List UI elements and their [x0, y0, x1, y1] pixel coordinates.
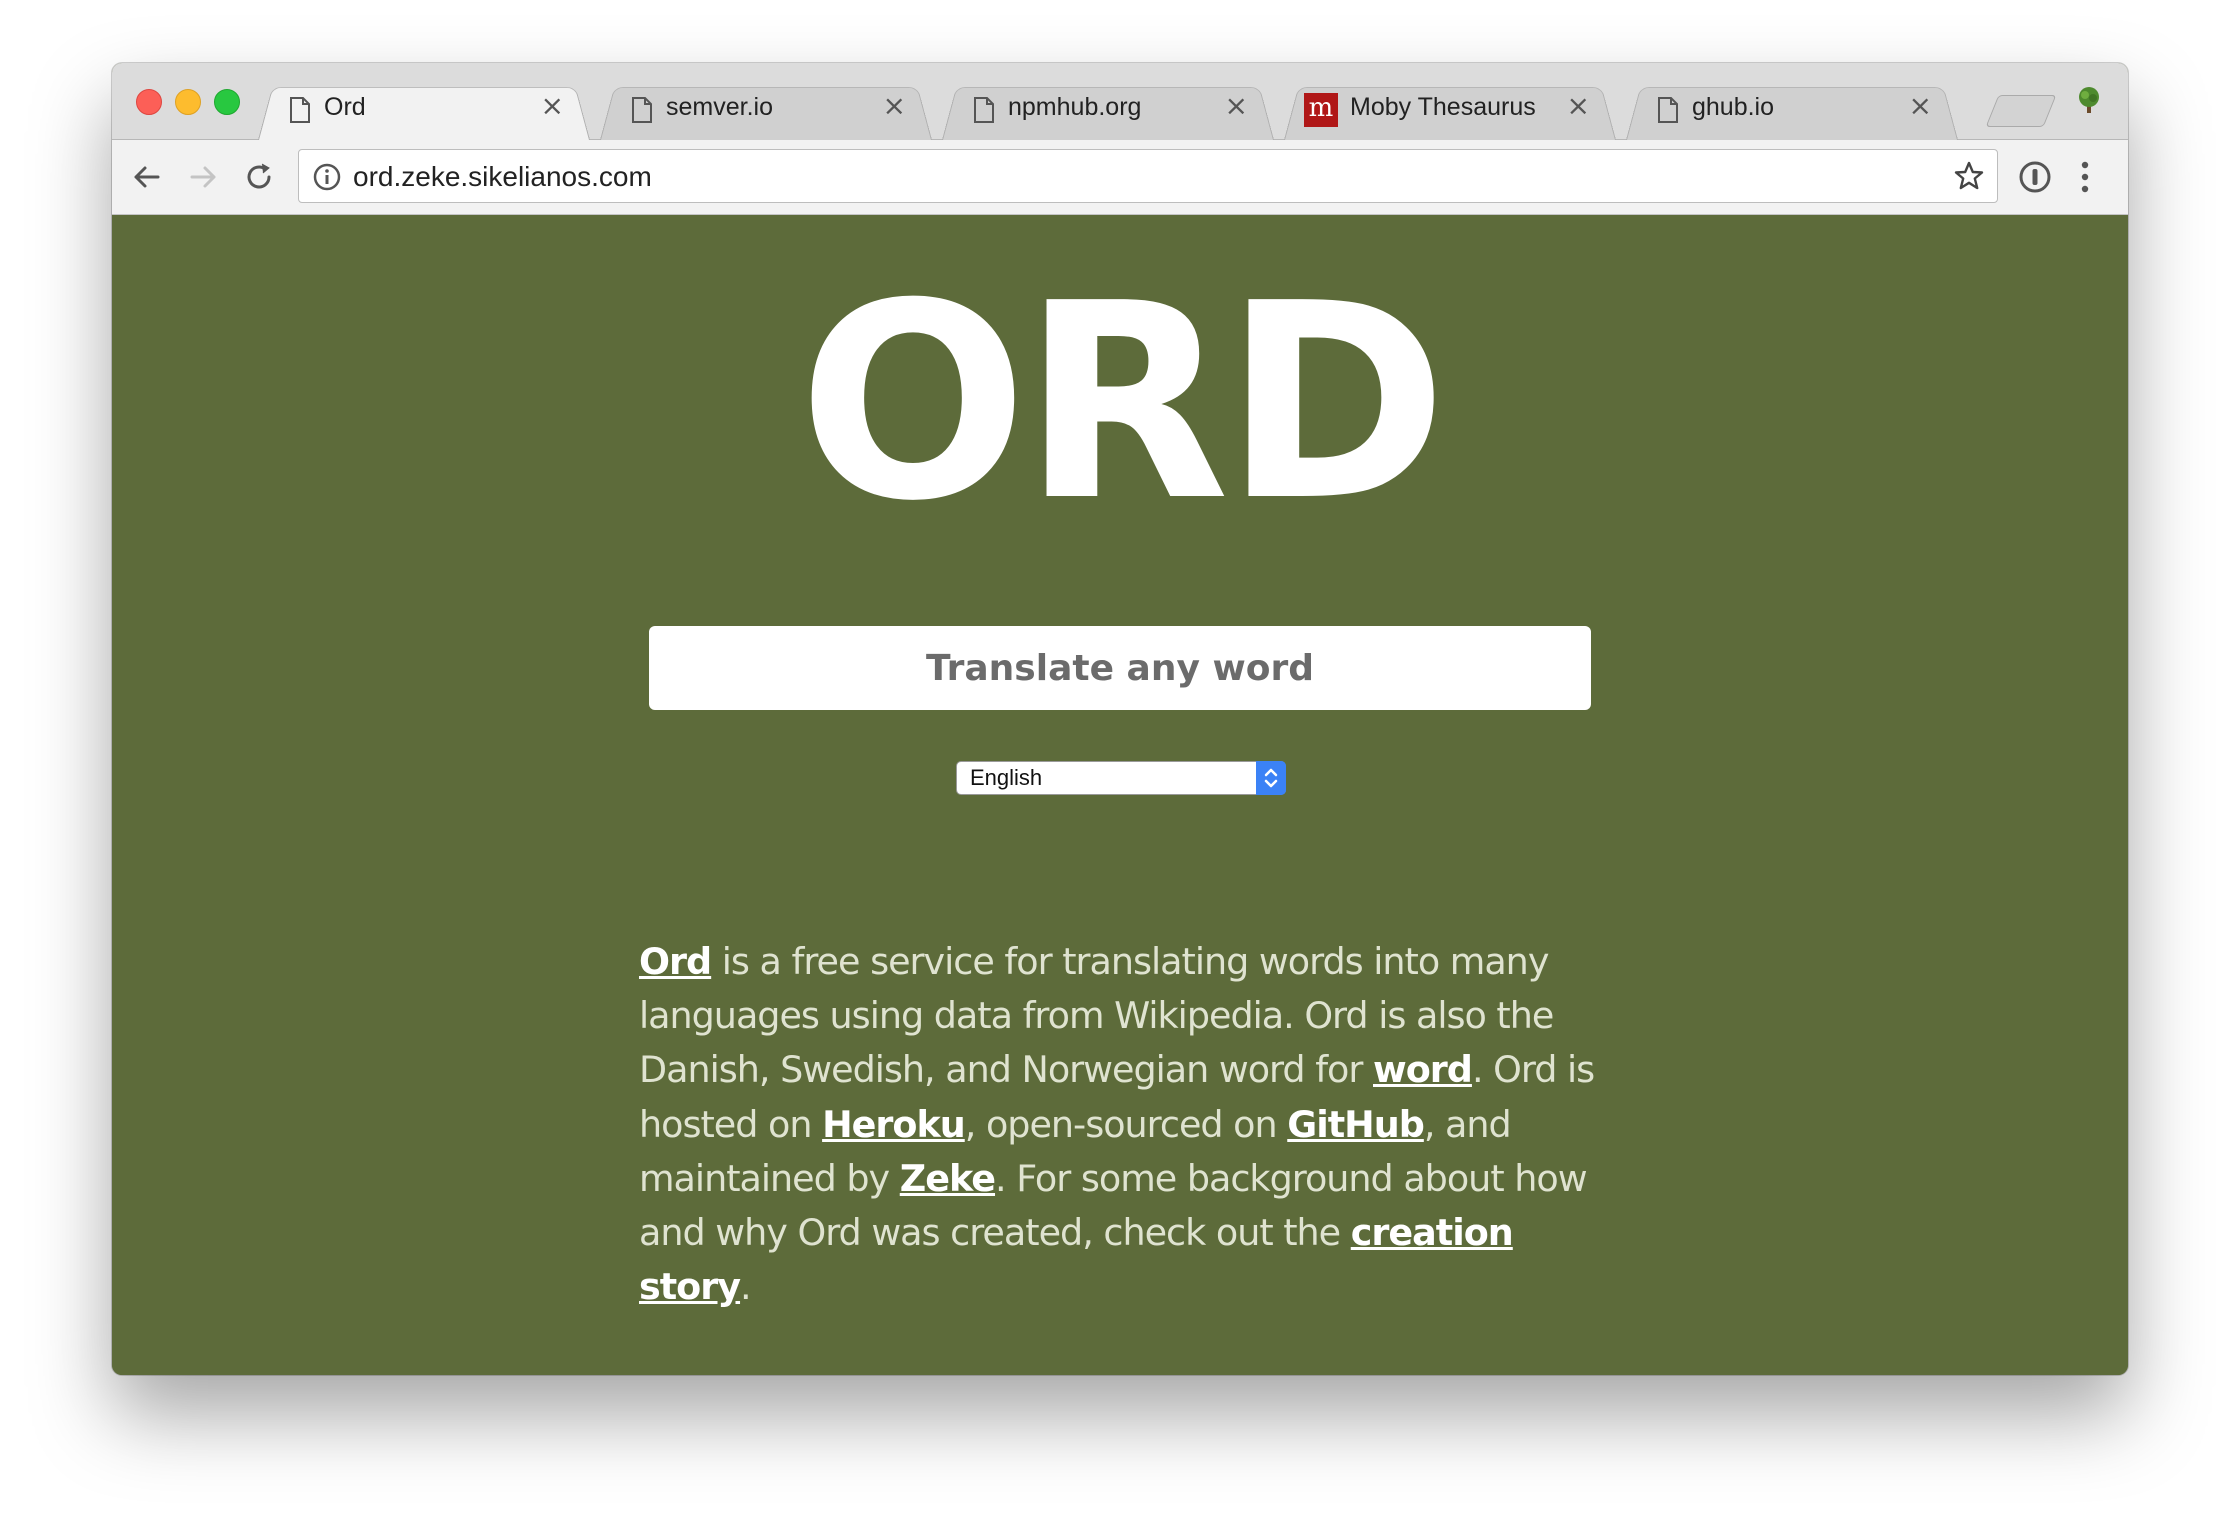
info-icon[interactable]	[313, 163, 341, 191]
tab-title: npmhub.org	[1008, 93, 1142, 121]
tab-title: Ord	[324, 93, 366, 121]
document-icon	[632, 97, 652, 123]
document-icon	[290, 97, 310, 123]
minimize-window-button[interactable]	[175, 89, 201, 115]
language-selected-value: English	[970, 765, 1043, 790]
close-tab-icon[interactable]: ×	[1909, 91, 1932, 121]
tab-title: Moby Thesaurus	[1350, 93, 1536, 121]
browser-window: Ord × semver.io × npmhub.org × m Moby Th…	[112, 63, 2128, 1375]
address-bar[interactable]: ord.zeke.sikelianos.com	[298, 149, 1998, 203]
about-text: .	[740, 1265, 752, 1309]
page-content: ORD English Ord is a free service for tr…	[112, 215, 2128, 1375]
browser-toolbar: ord.zeke.sikelianos.com	[112, 140, 2128, 215]
close-window-button[interactable]	[136, 89, 162, 115]
tab-strip: Ord × semver.io × npmhub.org × m Moby Th…	[112, 63, 2128, 140]
new-tab-button[interactable]	[1985, 95, 2057, 127]
close-tab-icon[interactable]: ×	[541, 91, 564, 121]
document-icon	[974, 97, 994, 123]
about-text: , open-sourced on	[964, 1102, 1288, 1146]
github-link[interactable]: GitHub	[1287, 1103, 1425, 1146]
close-tab-icon[interactable]: ×	[883, 91, 906, 121]
heroku-link[interactable]: Heroku	[822, 1103, 966, 1146]
tab-ghub[interactable]: ghub.io ×	[1626, 79, 1958, 140]
tab-ord[interactable]: Ord ×	[258, 79, 590, 140]
about-paragraph: Ord is a free service for translating wo…	[639, 935, 1599, 1314]
zoom-window-button[interactable]	[214, 89, 240, 115]
zeke-link[interactable]: Zeke	[900, 1157, 996, 1200]
translate-search-input[interactable]	[649, 626, 1591, 710]
word-link[interactable]: word	[1373, 1048, 1473, 1091]
site-logo: ORD	[798, 245, 1448, 560]
ord-link[interactable]: Ord	[639, 940, 712, 983]
tree-profile-icon[interactable]	[2074, 85, 2104, 115]
close-tab-icon[interactable]: ×	[1225, 91, 1248, 121]
language-select[interactable]: English	[956, 761, 1286, 795]
moby-m-icon: m	[1304, 93, 1338, 127]
tab-title: ghub.io	[1692, 93, 1775, 121]
bookmark-star-icon[interactable]	[1953, 160, 1985, 192]
tab-npmhub[interactable]: npmhub.org ×	[942, 79, 1274, 140]
tab-semver[interactable]: semver.io ×	[600, 79, 932, 140]
document-icon	[1658, 97, 1678, 123]
select-arrows-icon	[1256, 761, 1286, 795]
tab-moby-thesaurus[interactable]: m Moby Thesaurus ×	[1284, 79, 1616, 140]
kebab-menu-icon[interactable]	[2078, 158, 2092, 196]
forward-arrow-icon[interactable]	[186, 160, 220, 194]
url-text: ord.zeke.sikelianos.com	[353, 161, 652, 192]
back-arrow-icon[interactable]	[130, 160, 164, 194]
close-tab-icon[interactable]: ×	[1567, 91, 1590, 121]
password-manager-icon[interactable]	[2018, 160, 2052, 194]
reload-icon[interactable]	[242, 160, 276, 194]
tab-title: semver.io	[666, 93, 773, 121]
